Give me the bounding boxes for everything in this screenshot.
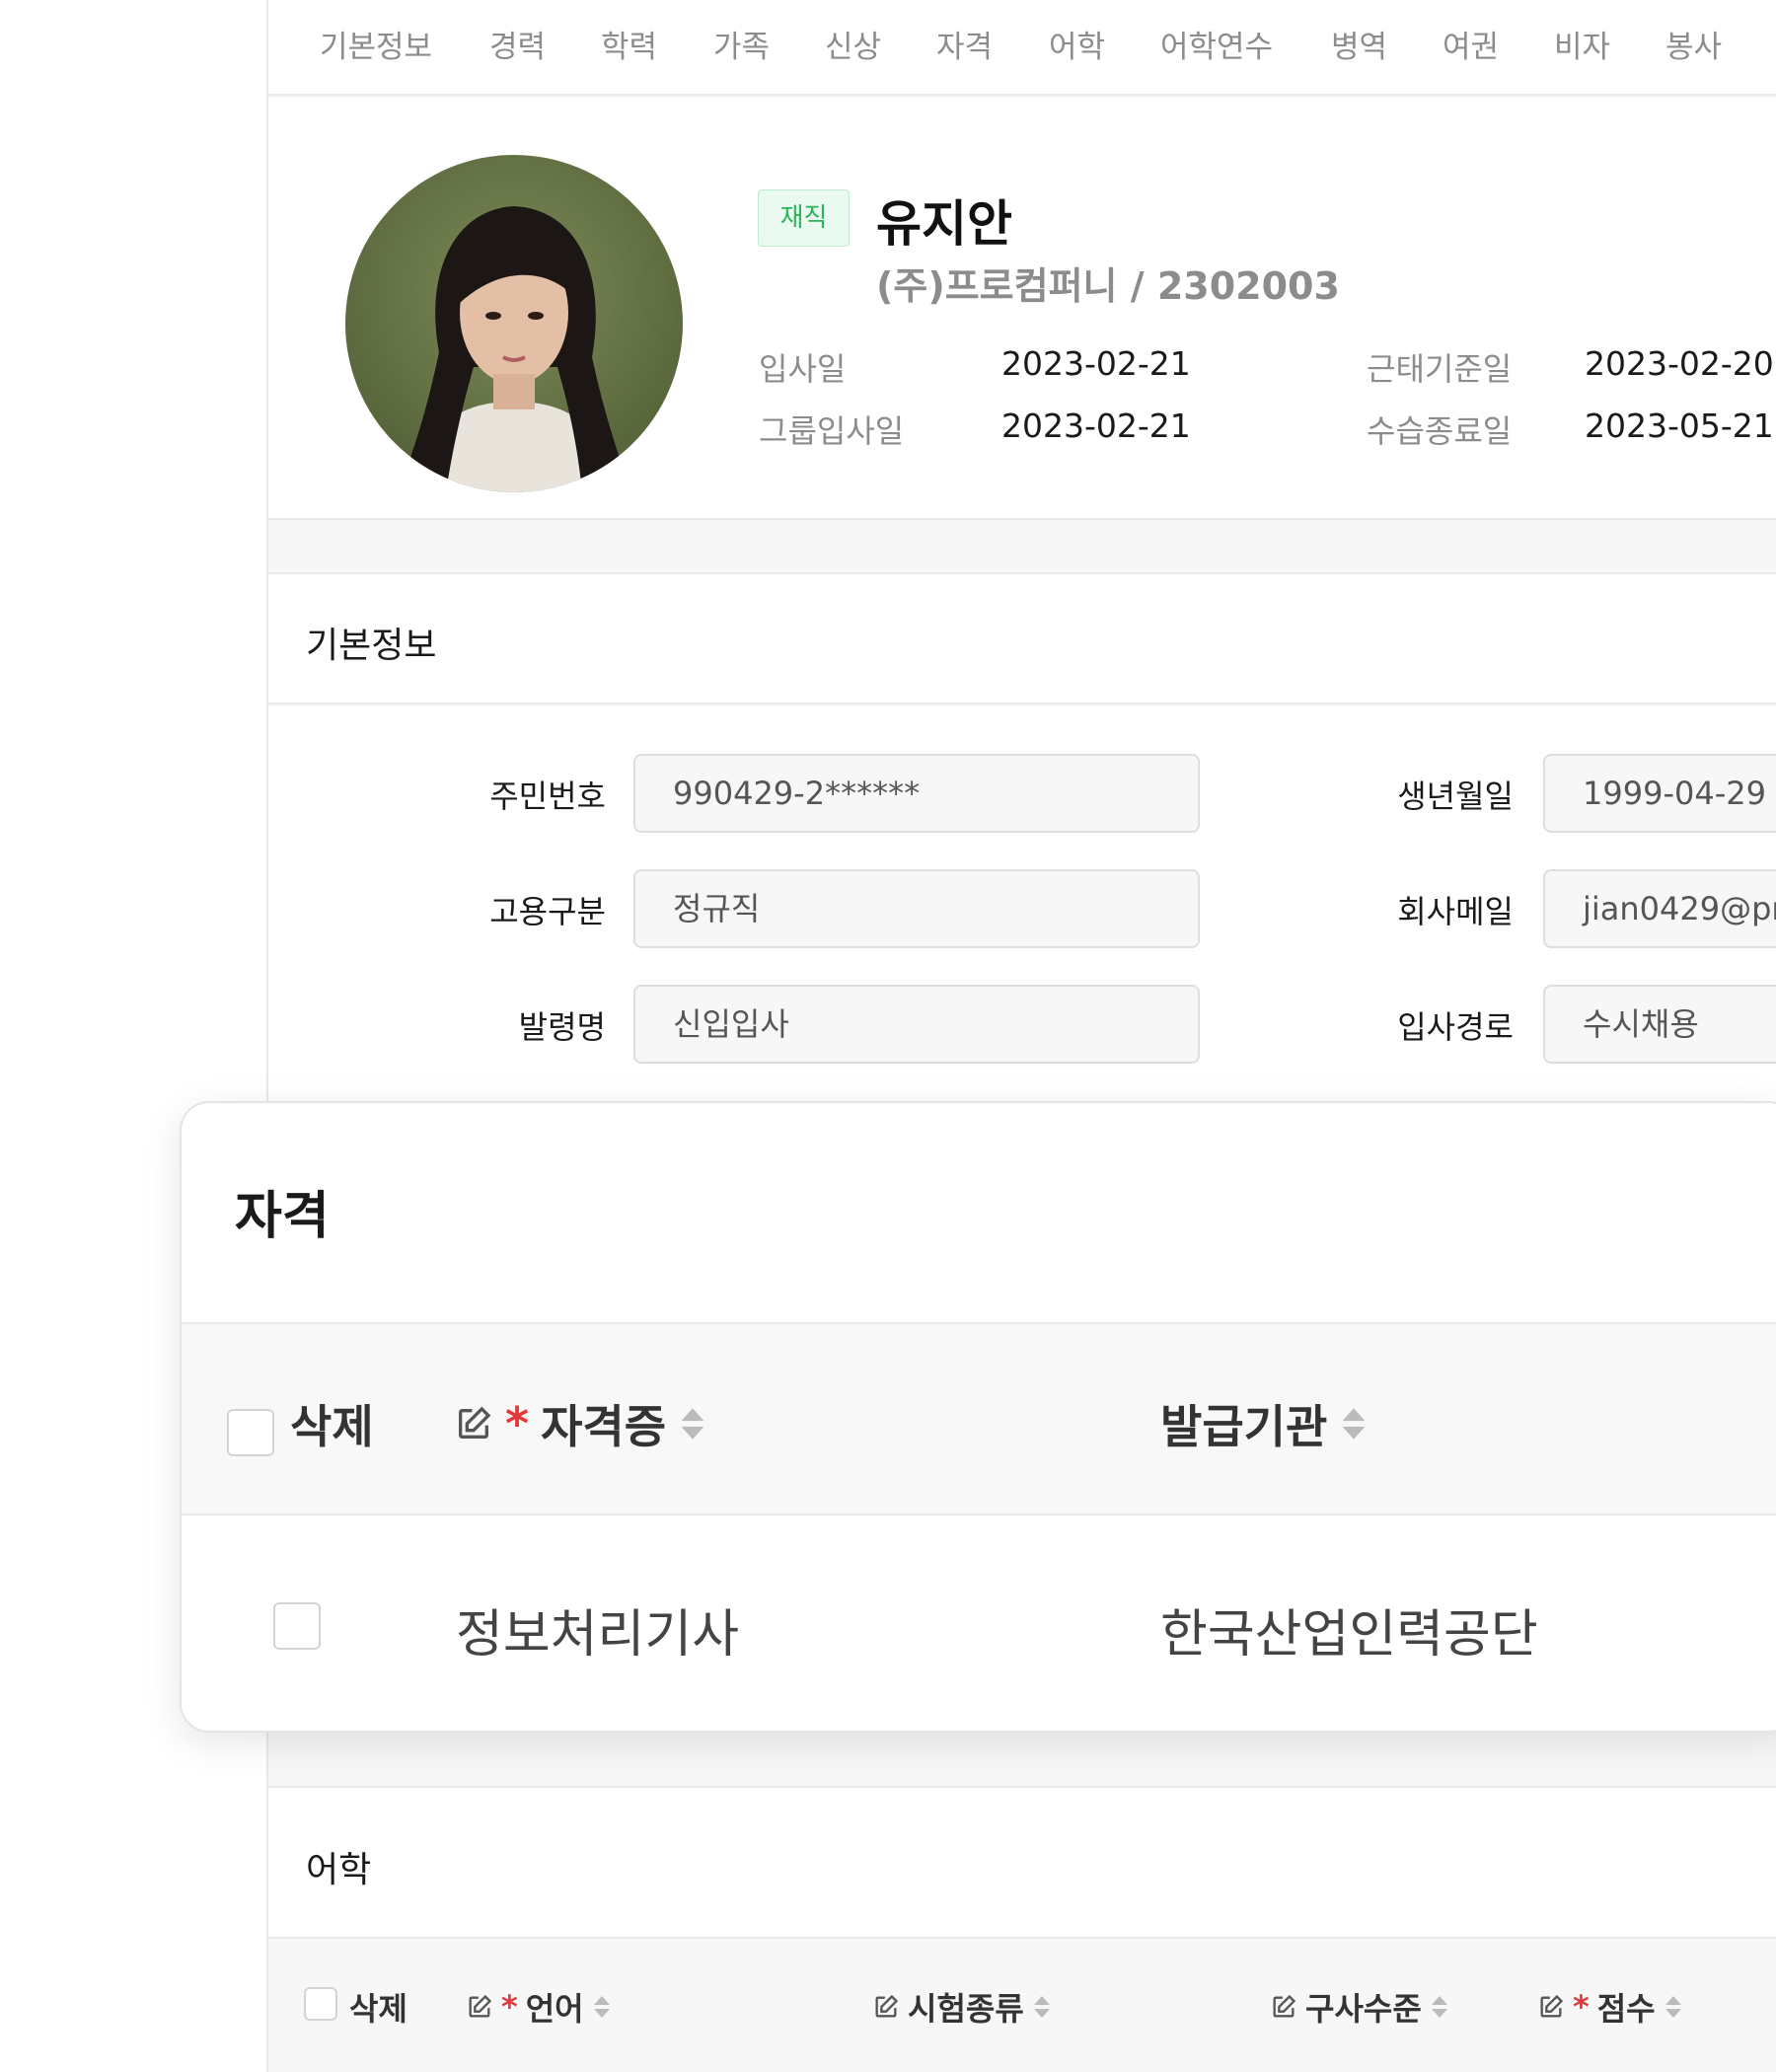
- tab-bar: 기본정보 경력 학력 가족 신상 자격 어학 어학연수 병역 여권 비자 봉사: [268, 0, 1776, 96]
- tab-military[interactable]: 병역: [1331, 22, 1387, 66]
- language-table-header: 삭제 * 언어 시험종류 구사수준 * 점수: [268, 1941, 1776, 2072]
- edit-icon: [459, 1406, 491, 1439]
- score-column-header[interactable]: * 점수: [1537, 1984, 1683, 2030]
- proficiency-column-header[interactable]: 구사수준: [1270, 1984, 1449, 2030]
- language-delete-header: 삭제: [349, 1984, 407, 2030]
- language-title: 어학: [306, 1850, 372, 1890]
- tab-personal[interactable]: 신상: [825, 22, 881, 66]
- basic-info-form: 주민번호 990429-2****** 생년월일 1999-04-29 고용구분…: [268, 706, 1776, 1111]
- exam-type-column-label: 시험종류: [908, 1990, 1024, 2028]
- certificate-delete-header: 삭제: [290, 1391, 374, 1456]
- group-hire-date-label: 그룹입사일: [759, 412, 905, 450]
- proficiency-column-label: 구사수준: [1305, 1990, 1422, 2028]
- birth-date-label: 생년월일: [1397, 777, 1514, 815]
- required-asterisk: *: [1573, 1988, 1590, 2026]
- required-asterisk: *: [501, 1988, 518, 2026]
- attendance-date-value: 2023-02-20: [1585, 344, 1774, 383]
- certificate-name-cell[interactable]: 정보처리기사: [456, 1592, 739, 1666]
- row-checkbox[interactable]: [273, 1602, 321, 1650]
- basic-info-header: 기본정보: [268, 572, 1776, 704]
- tab-language-course[interactable]: 어학연수: [1160, 22, 1273, 66]
- hire-date-value: 2023-02-21: [1001, 344, 1191, 383]
- employment-type-field[interactable]: 정규직: [633, 869, 1200, 948]
- certificate-column-header[interactable]: * 자격증: [454, 1391, 707, 1456]
- birth-date-field[interactable]: 1999-04-29: [1543, 754, 1776, 833]
- tab-basic-info[interactable]: 기본정보: [320, 22, 432, 66]
- language-column-header[interactable]: * 언어: [466, 1984, 612, 2030]
- resident-number-label: 주민번호: [489, 777, 606, 815]
- edit-icon: [1273, 1994, 1296, 2018]
- tab-education[interactable]: 학력: [601, 22, 657, 66]
- sort-icon[interactable]: [1664, 1993, 1683, 2021]
- resident-number-field[interactable]: 990429-2******: [633, 754, 1200, 833]
- exam-type-column-header[interactable]: 시험종류: [872, 1984, 1052, 2030]
- employment-type-label: 고용구분: [489, 893, 606, 930]
- appointment-name-label: 발령명: [518, 1008, 606, 1046]
- edit-icon: [1540, 1994, 1564, 2018]
- language-column-label: 언어: [525, 1990, 584, 2028]
- edit-icon: [875, 1994, 899, 2018]
- language-select-all-checkbox[interactable]: [304, 1987, 337, 2021]
- profile-summary: 재직 유지안 (주)프로컴퍼니 / 2302003 입사일 2023-02-21…: [268, 98, 1776, 520]
- certificate-column-label: 자격증: [541, 1400, 667, 1453]
- language-delete-label: 삭제: [349, 1990, 407, 2028]
- issuer-column-label: 발급기관: [1160, 1400, 1328, 1453]
- sort-icon[interactable]: [1032, 1993, 1052, 2021]
- tab-volunteer[interactable]: 봉사: [1665, 22, 1722, 66]
- tab-language[interactable]: 어학: [1049, 22, 1105, 66]
- certificate-title: 자격: [235, 1187, 330, 1246]
- company-employee-id: (주)프로컴퍼니 / 2302003: [876, 264, 1340, 308]
- hire-route-label: 입사경로: [1397, 1008, 1514, 1046]
- company-email-field[interactable]: jian0429@pro: [1543, 869, 1776, 948]
- certificate-card: 자격 삭제 * 자격증 발급기관 정보처리기사 한국산업인력공단: [180, 1101, 1776, 1733]
- table-row[interactable]: 정보처리기사 한국산업인력공단: [182, 1516, 1776, 1731]
- sort-icon[interactable]: [592, 1993, 612, 2021]
- avatar: [345, 155, 683, 492]
- score-column-label: 점수: [1596, 1990, 1656, 2028]
- language-header: 어학: [268, 1786, 1776, 1939]
- sort-icon[interactable]: [1430, 1993, 1449, 2021]
- hire-date-label: 입사일: [759, 350, 847, 388]
- employee-name: 유지안: [876, 195, 1012, 253]
- sort-icon[interactable]: [1339, 1404, 1369, 1443]
- employee-detail-panel: 기본정보 경력 학력 가족 신상 자격 어학 어학연수 병역 여권 비자 봉사: [266, 0, 1776, 2072]
- company-email-label: 회사메일: [1397, 893, 1514, 930]
- issuer-cell[interactable]: 한국산업인력공단: [1160, 1592, 1538, 1666]
- basic-info-title: 기본정보: [306, 626, 437, 666]
- attendance-date-label: 근태기준일: [1367, 350, 1513, 388]
- group-hire-date-value: 2023-02-21: [1001, 407, 1191, 445]
- certificate-delete-label: 삭제: [290, 1400, 374, 1453]
- edit-icon: [469, 1994, 492, 2018]
- tab-certificate[interactable]: 자격: [936, 22, 993, 66]
- tab-visa[interactable]: 비자: [1554, 22, 1610, 66]
- probation-end-value: 2023-05-21: [1585, 407, 1774, 445]
- certificate-table-header: 삭제 * 자격증 발급기관: [182, 1322, 1776, 1516]
- sort-icon[interactable]: [678, 1404, 707, 1443]
- hire-route-field[interactable]: 수시채용: [1543, 985, 1776, 1064]
- tab-passport[interactable]: 여권: [1443, 22, 1499, 66]
- tab-family[interactable]: 가족: [713, 22, 770, 66]
- probation-end-label: 수습종료일: [1367, 412, 1513, 450]
- tab-career[interactable]: 경력: [489, 22, 546, 66]
- required-asterisk: *: [505, 1397, 530, 1450]
- certificate-select-all-checkbox[interactable]: [227, 1409, 274, 1456]
- issuer-column-header[interactable]: 발급기관: [1160, 1391, 1369, 1456]
- status-badge: 재직: [758, 189, 850, 247]
- appointment-name-field[interactable]: 신입입사: [633, 985, 1200, 1064]
